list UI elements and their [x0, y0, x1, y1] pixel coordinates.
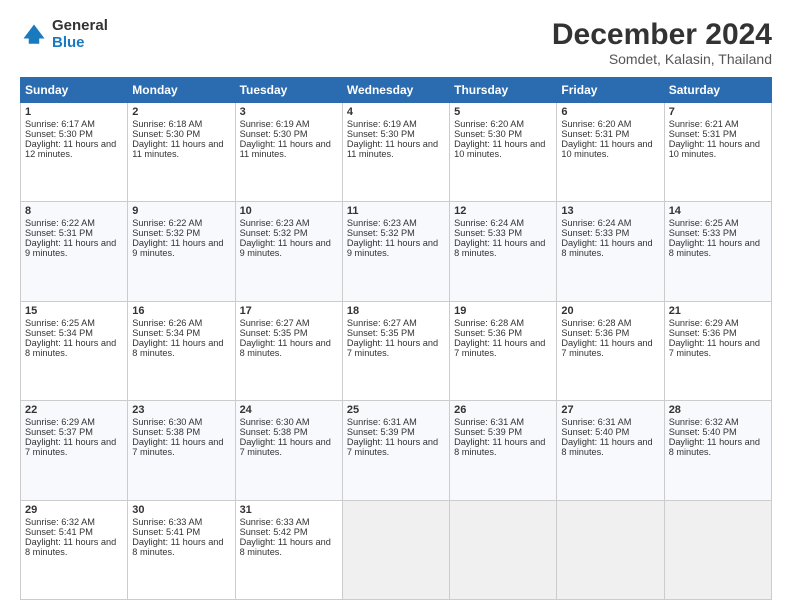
calendar-row: 15Sunrise: 6:25 AMSunset: 5:34 PMDayligh… — [21, 301, 772, 400]
day-number: 27 — [561, 404, 659, 416]
sub-title: Somdet, Kalasin, Thailand — [552, 51, 772, 67]
col-thursday: Thursday — [450, 78, 557, 103]
table-row: 24Sunrise: 6:30 AMSunset: 5:38 PMDayligh… — [235, 401, 342, 500]
table-row — [450, 500, 557, 599]
calendar-row: 29Sunrise: 6:32 AMSunset: 5:41 PMDayligh… — [21, 500, 772, 599]
table-row: 4Sunrise: 6:19 AMSunset: 5:30 PMDaylight… — [342, 103, 449, 202]
day-number: 5 — [454, 106, 552, 118]
table-row: 6Sunrise: 6:20 AMSunset: 5:31 PMDaylight… — [557, 103, 664, 202]
day-number: 15 — [25, 305, 123, 317]
table-row: 17Sunrise: 6:27 AMSunset: 5:35 PMDayligh… — [235, 301, 342, 400]
day-number: 31 — [240, 504, 338, 516]
day-number: 10 — [240, 205, 338, 217]
day-number: 21 — [669, 305, 767, 317]
table-row — [557, 500, 664, 599]
header: General Blue December 2024 Somdet, Kalas… — [20, 18, 772, 67]
col-sunday: Sunday — [21, 78, 128, 103]
day-number: 23 — [132, 404, 230, 416]
day-number: 1 — [25, 106, 123, 118]
day-number: 24 — [240, 404, 338, 416]
table-row: 8Sunrise: 6:22 AMSunset: 5:31 PMDaylight… — [21, 202, 128, 301]
calendar-header-row: Sunday Monday Tuesday Wednesday Thursday… — [21, 78, 772, 103]
col-friday: Friday — [557, 78, 664, 103]
col-saturday: Saturday — [664, 78, 771, 103]
table-row: 18Sunrise: 6:27 AMSunset: 5:35 PMDayligh… — [342, 301, 449, 400]
table-row: 23Sunrise: 6:30 AMSunset: 5:38 PMDayligh… — [128, 401, 235, 500]
day-number: 16 — [132, 305, 230, 317]
calendar-row: 8Sunrise: 6:22 AMSunset: 5:31 PMDaylight… — [21, 202, 772, 301]
table-row: 15Sunrise: 6:25 AMSunset: 5:34 PMDayligh… — [21, 301, 128, 400]
table-row: 1Sunrise: 6:17 AMSunset: 5:30 PMDaylight… — [21, 103, 128, 202]
table-row: 30Sunrise: 6:33 AMSunset: 5:41 PMDayligh… — [128, 500, 235, 599]
table-row: 13Sunrise: 6:24 AMSunset: 5:33 PMDayligh… — [557, 202, 664, 301]
day-number: 28 — [669, 404, 767, 416]
day-number: 22 — [25, 404, 123, 416]
day-number: 7 — [669, 106, 767, 118]
day-number: 18 — [347, 305, 445, 317]
table-row: 2Sunrise: 6:18 AMSunset: 5:30 PMDaylight… — [128, 103, 235, 202]
logo-blue: Blue — [52, 35, 108, 52]
day-number: 13 — [561, 205, 659, 217]
logo-general: General — [52, 18, 108, 35]
table-row: 9Sunrise: 6:22 AMSunset: 5:32 PMDaylight… — [128, 202, 235, 301]
table-row — [342, 500, 449, 599]
table-row: 20Sunrise: 6:28 AMSunset: 5:36 PMDayligh… — [557, 301, 664, 400]
table-row: 21Sunrise: 6:29 AMSunset: 5:36 PMDayligh… — [664, 301, 771, 400]
calendar-row: 1Sunrise: 6:17 AMSunset: 5:30 PMDaylight… — [21, 103, 772, 202]
table-row: 26Sunrise: 6:31 AMSunset: 5:39 PMDayligh… — [450, 401, 557, 500]
table-row: 19Sunrise: 6:28 AMSunset: 5:36 PMDayligh… — [450, 301, 557, 400]
day-number: 30 — [132, 504, 230, 516]
day-number: 19 — [454, 305, 552, 317]
table-row: 14Sunrise: 6:25 AMSunset: 5:33 PMDayligh… — [664, 202, 771, 301]
table-row: 16Sunrise: 6:26 AMSunset: 5:34 PMDayligh… — [128, 301, 235, 400]
table-row: 10Sunrise: 6:23 AMSunset: 5:32 PMDayligh… — [235, 202, 342, 301]
day-number: 25 — [347, 404, 445, 416]
col-wednesday: Wednesday — [342, 78, 449, 103]
logo: General Blue — [20, 18, 108, 51]
title-block: December 2024 Somdet, Kalasin, Thailand — [552, 18, 772, 67]
day-number: 6 — [561, 106, 659, 118]
day-number: 11 — [347, 205, 445, 217]
col-tuesday: Tuesday — [235, 78, 342, 103]
col-monday: Monday — [128, 78, 235, 103]
day-number: 17 — [240, 305, 338, 317]
day-number: 3 — [240, 106, 338, 118]
table-row: 22Sunrise: 6:29 AMSunset: 5:37 PMDayligh… — [21, 401, 128, 500]
calendar-table: Sunday Monday Tuesday Wednesday Thursday… — [20, 77, 772, 600]
table-row: 25Sunrise: 6:31 AMSunset: 5:39 PMDayligh… — [342, 401, 449, 500]
table-row: 5Sunrise: 6:20 AMSunset: 5:30 PMDaylight… — [450, 103, 557, 202]
day-number: 12 — [454, 205, 552, 217]
main-title: December 2024 — [552, 18, 772, 51]
table-row: 11Sunrise: 6:23 AMSunset: 5:32 PMDayligh… — [342, 202, 449, 301]
page: General Blue December 2024 Somdet, Kalas… — [0, 0, 792, 612]
day-number: 26 — [454, 404, 552, 416]
calendar-row: 22Sunrise: 6:29 AMSunset: 5:37 PMDayligh… — [21, 401, 772, 500]
day-number: 20 — [561, 305, 659, 317]
table-row: 29Sunrise: 6:32 AMSunset: 5:41 PMDayligh… — [21, 500, 128, 599]
table-row: 28Sunrise: 6:32 AMSunset: 5:40 PMDayligh… — [664, 401, 771, 500]
day-number: 29 — [25, 504, 123, 516]
table-row: 12Sunrise: 6:24 AMSunset: 5:33 PMDayligh… — [450, 202, 557, 301]
day-number: 14 — [669, 205, 767, 217]
day-number: 4 — [347, 106, 445, 118]
table-row — [664, 500, 771, 599]
table-row: 7Sunrise: 6:21 AMSunset: 5:31 PMDaylight… — [664, 103, 771, 202]
logo-icon — [20, 21, 48, 49]
day-number: 8 — [25, 205, 123, 217]
table-row: 31Sunrise: 6:33 AMSunset: 5:42 PMDayligh… — [235, 500, 342, 599]
table-row: 3Sunrise: 6:19 AMSunset: 5:30 PMDaylight… — [235, 103, 342, 202]
day-number: 2 — [132, 106, 230, 118]
table-row: 27Sunrise: 6:31 AMSunset: 5:40 PMDayligh… — [557, 401, 664, 500]
logo-text: General Blue — [52, 18, 108, 51]
day-number: 9 — [132, 205, 230, 217]
